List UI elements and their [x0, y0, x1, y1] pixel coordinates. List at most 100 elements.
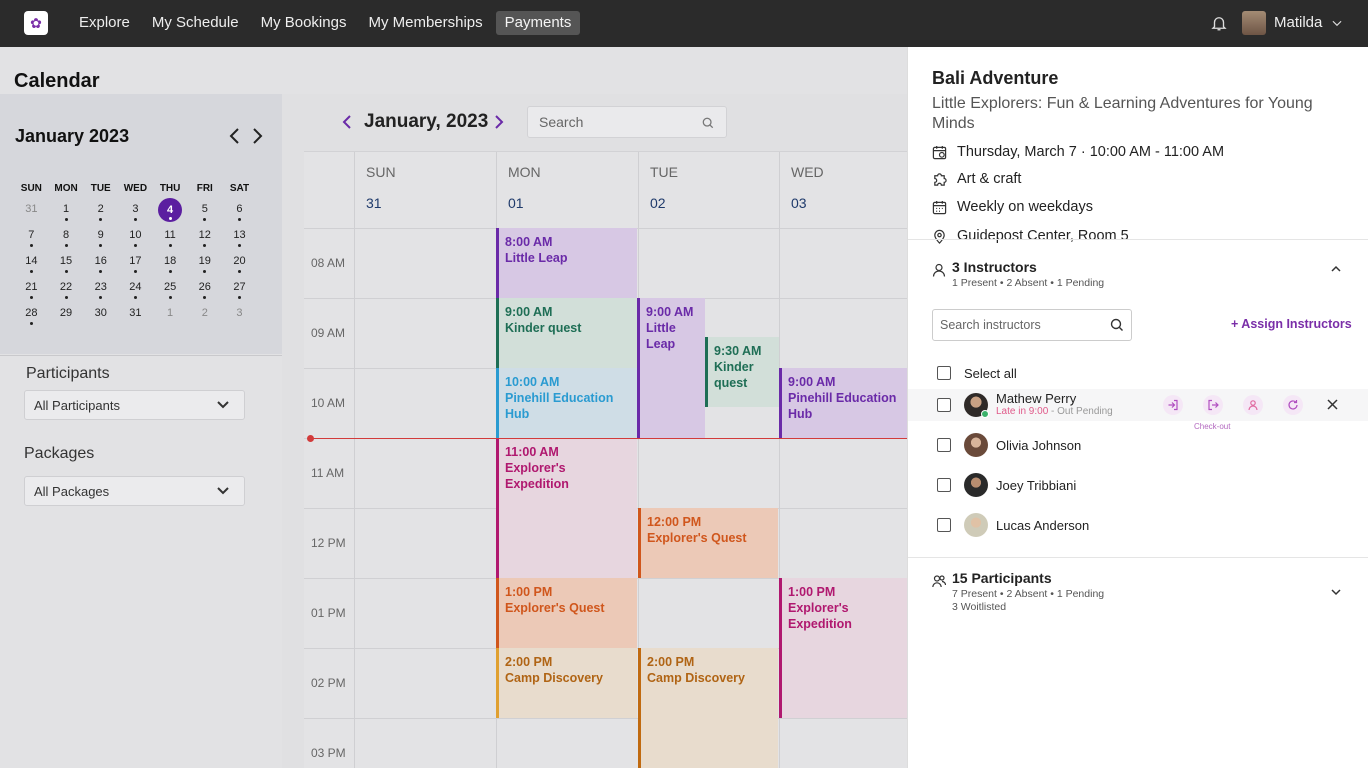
reset-button[interactable]	[1283, 395, 1303, 415]
mini-day[interactable]: 1	[49, 203, 84, 221]
event-title: Pinehill Education Hub	[788, 391, 897, 421]
app-logo-icon[interactable]: ✿	[24, 11, 48, 35]
mini-day[interactable]: 19	[187, 255, 222, 273]
mini-day[interactable]: 10	[118, 229, 153, 247]
weekday-label: FRI	[196, 183, 213, 194]
user-avatar[interactable]	[1242, 11, 1266, 35]
mini-day[interactable]: 21	[14, 281, 49, 299]
event-subtitle: Little Explorers: Fun & Learning Adventu…	[932, 95, 1313, 132]
mini-day[interactable]: 2	[83, 203, 118, 221]
mini-day[interactable]: 15	[49, 255, 84, 273]
mini-day[interactable]: 3	[222, 307, 257, 324]
mini-day[interactable]: 29	[49, 307, 84, 324]
nav-my-bookings[interactable]: My Bookings	[252, 11, 356, 35]
mini-day[interactable]: 8	[49, 229, 84, 247]
mini-week-row: 28 29 30 31 1 2 3	[14, 307, 272, 325]
event-card[interactable]: 12:00 PM Explorer's Quest	[638, 508, 778, 578]
event-category: Art & craft	[957, 171, 1022, 187]
mini-day[interactable]: 9	[83, 229, 118, 247]
event-card[interactable]: 2:00 PM Camp Discovery	[638, 648, 778, 768]
event-card[interactable]: 9:00 AM Pinehill Education Hub	[779, 368, 907, 438]
event-card[interactable]: 1:00 PM Explorer's Expedition	[779, 578, 907, 718]
mini-day[interactable]: 31	[118, 307, 153, 324]
nav-my-memberships[interactable]: My Memberships	[359, 11, 491, 35]
mini-day-selected[interactable]: 4	[153, 198, 188, 222]
mini-day[interactable]: 24	[118, 281, 153, 299]
mini-day[interactable]: 26	[187, 281, 222, 299]
mini-day[interactable]: 28	[14, 307, 49, 325]
chevron-left-icon[interactable]	[342, 114, 352, 130]
event-title: Kinder quest	[714, 360, 754, 390]
mini-day[interactable]: 12	[187, 229, 222, 247]
bell-icon[interactable]	[1210, 14, 1228, 32]
event-card[interactable]: 11:00 AM Explorer's Expedition	[496, 438, 637, 578]
instructor-name: Olivia Johnson	[996, 438, 1082, 453]
event-time: 9:30 AM	[714, 344, 762, 358]
mini-day[interactable]: 11	[153, 229, 188, 247]
panel-divider	[908, 239, 1368, 240]
packages-select[interactable]: All Packages	[24, 476, 245, 506]
mini-day[interactable]: 13	[222, 229, 257, 247]
mini-day[interactable]: 22	[49, 281, 84, 299]
event-card[interactable]: 2:00 PM Camp Discovery	[496, 648, 637, 718]
instructor-checkbox[interactable]	[937, 438, 951, 452]
select-all-checkbox[interactable]	[937, 366, 951, 380]
day-header-sun[interactable]: SUN 31	[355, 152, 496, 228]
chevron-up-icon[interactable]	[1330, 265, 1342, 273]
search-icon	[702, 117, 714, 129]
event-card[interactable]: 9:30 AM Kinder quest	[705, 337, 779, 407]
mini-day[interactable]: 20	[222, 255, 257, 273]
event-card[interactable]: 9:00 AM Little Leap	[637, 298, 705, 438]
mini-day[interactable]: 2	[187, 307, 222, 324]
check-in-button[interactable]	[1163, 395, 1183, 415]
mini-day[interactable]: 25	[153, 281, 188, 299]
mini-day[interactable]: 27	[222, 281, 257, 299]
time-label: 09 AM	[311, 326, 346, 340]
weekday-label: THU	[159, 183, 181, 194]
instructor-checkbox[interactable]	[937, 518, 951, 532]
chevron-down-icon[interactable]	[1330, 588, 1342, 596]
packages-select-value: All Packages	[34, 484, 110, 499]
mini-day[interactable]: 1	[153, 307, 188, 324]
event-card[interactable]: 10:00 AM Pinehill Education Hub	[496, 368, 637, 438]
nav-payments[interactable]: Payments	[495, 11, 581, 35]
mini-day[interactable]: 14	[14, 255, 49, 273]
mark-absent-button[interactable]	[1243, 395, 1263, 415]
nav-my-schedule[interactable]: My Schedule	[143, 11, 248, 35]
mini-day[interactable]: 18	[153, 255, 188, 273]
participants-waitlist: 3 Woitlisted	[952, 601, 1007, 613]
chevron-left-icon[interactable]	[228, 127, 242, 145]
instructor-checkbox[interactable]	[937, 398, 951, 412]
check-out-button[interactable]	[1203, 395, 1223, 415]
event-card[interactable]: 9:00 AM Kinder quest	[496, 298, 637, 368]
calendar-search-input[interactable]: Search	[527, 106, 727, 138]
mini-day[interactable]: 30	[83, 307, 118, 324]
mini-day[interactable]: 16	[83, 255, 118, 273]
day-header-tue[interactable]: TUE 02	[639, 152, 779, 228]
chevron-right-icon[interactable]	[494, 114, 504, 130]
sidebar-divider	[0, 355, 303, 356]
close-icon[interactable]	[1326, 398, 1339, 411]
mini-day[interactable]: 23	[83, 281, 118, 299]
mini-day[interactable]: 31	[14, 203, 49, 220]
chevron-down-icon[interactable]	[1330, 16, 1344, 30]
event-card[interactable]: 1:00 PM Explorer's Quest	[496, 578, 637, 648]
participants-select[interactable]: All Participants	[24, 390, 245, 420]
mini-day[interactable]: 3	[118, 203, 153, 221]
event-time: 11:00 AM	[505, 445, 559, 459]
chevron-down-icon	[217, 401, 229, 409]
instructor-checkbox[interactable]	[937, 478, 951, 492]
day-header-mon[interactable]: MON 01	[497, 152, 638, 228]
event-time: 1:00 PM	[505, 585, 553, 599]
mini-day[interactable]: 6	[222, 203, 257, 221]
user-name[interactable]: Matilda	[1274, 14, 1322, 31]
nav-explore[interactable]: Explore	[70, 11, 139, 35]
mini-day[interactable]: 5	[187, 203, 222, 221]
mini-day[interactable]: 17	[118, 255, 153, 273]
chevron-right-icon[interactable]	[250, 127, 264, 145]
day-header-wed[interactable]: WED 03	[780, 152, 907, 228]
assign-instructors-button[interactable]: + Assign Instructors	[1231, 317, 1352, 331]
instructor-search-input[interactable]: Search instructors	[932, 309, 1132, 341]
mini-day[interactable]: 7	[14, 229, 49, 247]
event-card[interactable]: 8:00 AM Little Leap	[496, 228, 637, 298]
